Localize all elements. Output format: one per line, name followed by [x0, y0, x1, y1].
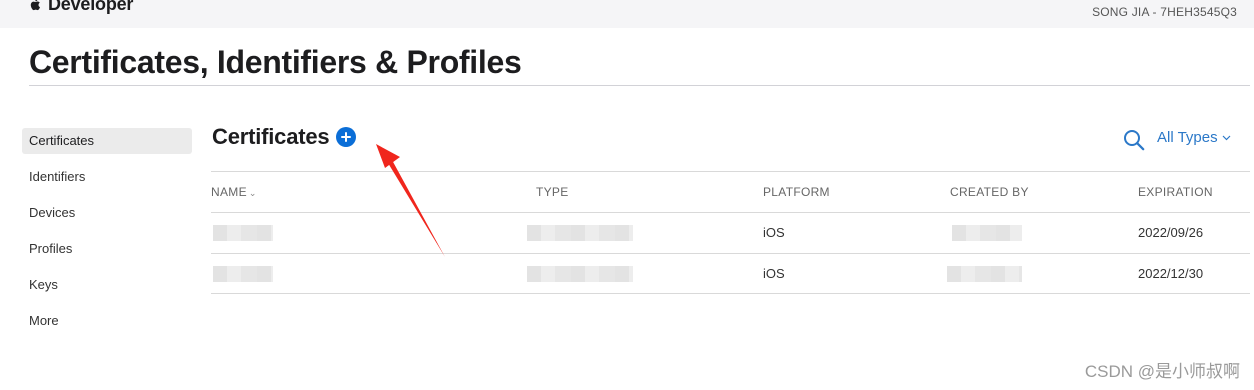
account-name[interactable]: SONG JIA - 7HEH3545Q3 — [1092, 5, 1237, 19]
sidebar-item-identifiers[interactable]: Identifiers — [22, 164, 192, 190]
table-row[interactable]: iOS 2022/09/26 — [211, 212, 1250, 253]
sidebar: Certificates Identifiers Devices Profile… — [22, 128, 192, 344]
section-title: Certificates — [212, 124, 330, 149]
expiration-cell: 2022/09/26 — [1138, 225, 1204, 240]
column-header-name[interactable]: NAME ⌄ — [211, 172, 257, 212]
column-header-type[interactable]: TYPE — [536, 172, 569, 212]
platform-cell: iOS — [763, 266, 785, 281]
column-header-platform[interactable]: PLATFORM — [763, 172, 830, 212]
sidebar-item-certificates[interactable]: Certificates — [22, 128, 192, 154]
type-filter-dropdown[interactable]: All Types — [1157, 129, 1231, 146]
redacted-created-by — [947, 266, 1022, 282]
title-divider — [29, 85, 1250, 86]
section-header: Certificates — [212, 124, 357, 150]
redacted-type — [527, 266, 633, 282]
plus-icon — [341, 132, 352, 142]
platform-cell: iOS — [763, 225, 785, 240]
chevron-down-icon — [1222, 135, 1231, 140]
search-button[interactable] — [1122, 128, 1146, 152]
apple-logo-icon — [30, 0, 40, 11]
table-row[interactable]: iOS 2022/12/30 — [211, 253, 1250, 294]
brand-name: Developer — [48, 0, 134, 14]
table-header-row: NAME ⌄ TYPE PLATFORM CREATED BY EXPIRATIO… — [211, 171, 1250, 212]
redacted-type — [527, 225, 633, 241]
page-title: Certificates, Identifiers & Profiles — [29, 44, 522, 80]
sidebar-item-devices[interactable]: Devices — [22, 200, 192, 226]
sidebar-item-profiles[interactable]: Profiles — [22, 236, 192, 262]
certificates-table: NAME ⌄ TYPE PLATFORM CREATED BY EXPIRATIO… — [211, 171, 1250, 294]
search-icon — [1124, 130, 1145, 151]
arrow-head — [376, 144, 400, 168]
sort-chevron-icon: ⌄ — [248, 188, 257, 198]
column-header-created-by[interactable]: CREATED BY — [950, 172, 1029, 212]
sidebar-item-more[interactable]: More — [22, 308, 192, 334]
developer-brand-link[interactable]: Developer — [28, 0, 133, 15]
add-certificate-button[interactable] — [336, 127, 357, 147]
redacted-name — [213, 266, 273, 282]
redacted-name — [213, 225, 273, 241]
column-header-expiration[interactable]: EXPIRATION — [1138, 172, 1213, 212]
redacted-created-by — [952, 225, 1022, 241]
top-navigation-bar: Developer SONG JIA - 7HEH3545Q3 — [0, 0, 1254, 28]
expiration-cell: 2022/12/30 — [1138, 266, 1204, 281]
sidebar-item-keys[interactable]: Keys — [22, 272, 192, 298]
watermark: CSDN @是小师叔啊 — [1084, 362, 1240, 381]
filter-label: All Types — [1157, 129, 1218, 146]
